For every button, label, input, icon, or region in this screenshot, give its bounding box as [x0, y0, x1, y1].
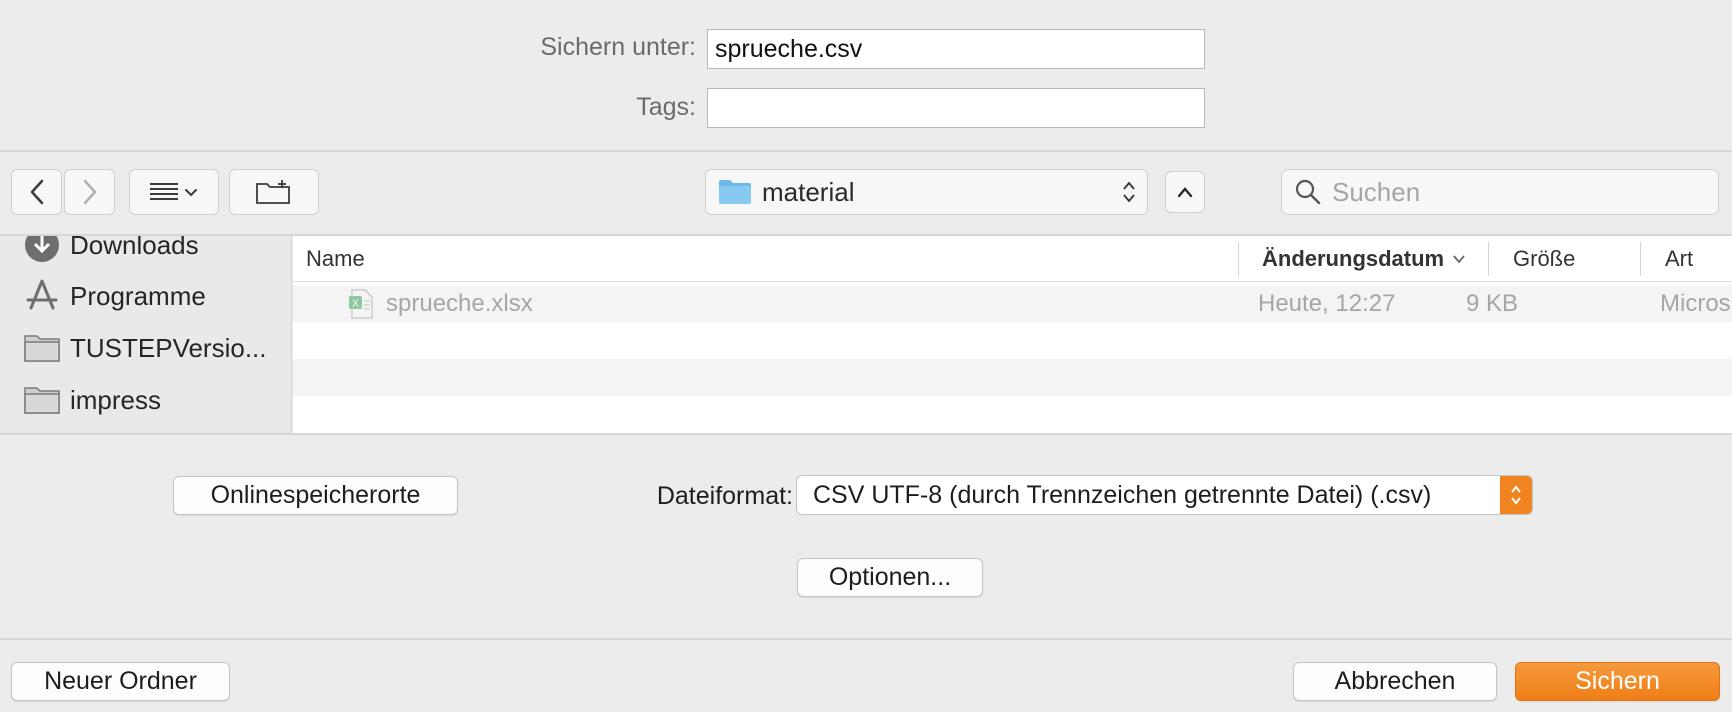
table-row[interactable]: X sprueche.xlsx Heute, 12:27 9 KB Micros [293, 285, 1732, 322]
search-field[interactable]: Suchen [1281, 169, 1719, 215]
sidebar-item-tustep[interactable]: TUSTEPVersio... [24, 326, 267, 370]
forward-button[interactable] [64, 169, 115, 215]
file-name: sprueche.xlsx [386, 289, 533, 317]
up-down-chevron-icon [1123, 181, 1135, 203]
column-size[interactable]: Größe [1513, 236, 1575, 282]
new-folder-toolbar-button[interactable] [229, 169, 319, 215]
file-size: 9 KB [1465, 289, 1518, 317]
chevron-right-icon [83, 179, 96, 205]
search-icon [1295, 179, 1321, 205]
empty-row [293, 359, 1732, 396]
list-view-icon [150, 183, 197, 200]
sidebar: Downloads Programme TUSTEPVersio... impr… [0, 236, 292, 434]
new-folder-button[interactable]: Neuer Ordner [11, 662, 230, 701]
sidebar-item-downloads[interactable]: Downloads [24, 236, 199, 267]
online-locations-button[interactable]: Onlinespeicherorte [173, 476, 458, 515]
chevron-left-icon [30, 179, 43, 205]
sidebar-item-label: Downloads [70, 236, 199, 260]
tags-label: Tags: [636, 93, 696, 121]
save-as-field[interactable]: sprueche.csv [707, 29, 1205, 69]
search-placeholder: Suchen [1332, 176, 1421, 207]
footer-separator [0, 638, 1732, 640]
excel-file-icon: X [348, 285, 374, 322]
folder-icon [24, 335, 60, 362]
tags-field[interactable] [707, 88, 1205, 128]
list-header: Name Änderungsdatum Größe Art [293, 236, 1732, 282]
svg-text:X: X [352, 298, 359, 309]
column-divider[interactable] [1640, 242, 1641, 276]
sidebar-item-label: TUSTEPVersio... [70, 332, 267, 363]
select-stepper [1500, 476, 1532, 514]
column-divider[interactable] [1238, 242, 1239, 276]
sidebar-item-impress[interactable]: impress [24, 378, 161, 422]
chevron-up-icon [1177, 187, 1193, 198]
folder-icon [719, 180, 751, 204]
up-down-chevron-icon [1511, 485, 1521, 505]
file-format-value: CSV UTF-8 (durch Trennzeichen getrennte … [813, 480, 1432, 509]
download-icon [25, 236, 59, 262]
column-date-label: Änderungsdatum [1262, 246, 1445, 271]
column-divider[interactable] [1488, 242, 1489, 276]
column-name[interactable]: Name [306, 236, 365, 282]
options-button[interactable]: Optionen... [797, 558, 983, 597]
list-separator [0, 433, 1732, 435]
new-folder-icon [256, 180, 290, 204]
file-kind: Micros [1660, 289, 1731, 317]
sort-chevron-down-icon [1453, 255, 1465, 264]
folder-icon [24, 387, 60, 414]
empty-row [293, 322, 1732, 359]
sidebar-item-label: Programme [70, 280, 206, 311]
file-format-label: Dateiformat: [656, 481, 793, 510]
column-kind[interactable]: Art [1665, 236, 1693, 282]
location-label: material [762, 176, 855, 207]
top-separator [0, 150, 1732, 152]
sidebar-item-label: impress [70, 384, 162, 415]
file-date: Heute, 12:27 [1258, 289, 1396, 317]
empty-row [293, 396, 1732, 433]
location-popup[interactable]: material [705, 169, 1148, 215]
back-button[interactable] [11, 169, 62, 215]
expand-collapse-button[interactable] [1165, 171, 1205, 213]
file-format-select[interactable]: CSV UTF-8 (durch Trennzeichen getrennte … [796, 475, 1533, 515]
file-list: Name Änderungsdatum Größe Art X sprueche… [293, 236, 1732, 434]
column-date[interactable]: Änderungsdatum [1262, 236, 1466, 282]
sidebar-item-programme[interactable]: Programme [24, 274, 206, 318]
applications-icon [26, 279, 58, 310]
cancel-button[interactable]: Abbrechen [1293, 662, 1497, 701]
save-as-label: Sichern unter: [540, 33, 696, 61]
save-button[interactable]: Sichern [1515, 662, 1720, 701]
view-mode-button[interactable] [129, 169, 219, 215]
